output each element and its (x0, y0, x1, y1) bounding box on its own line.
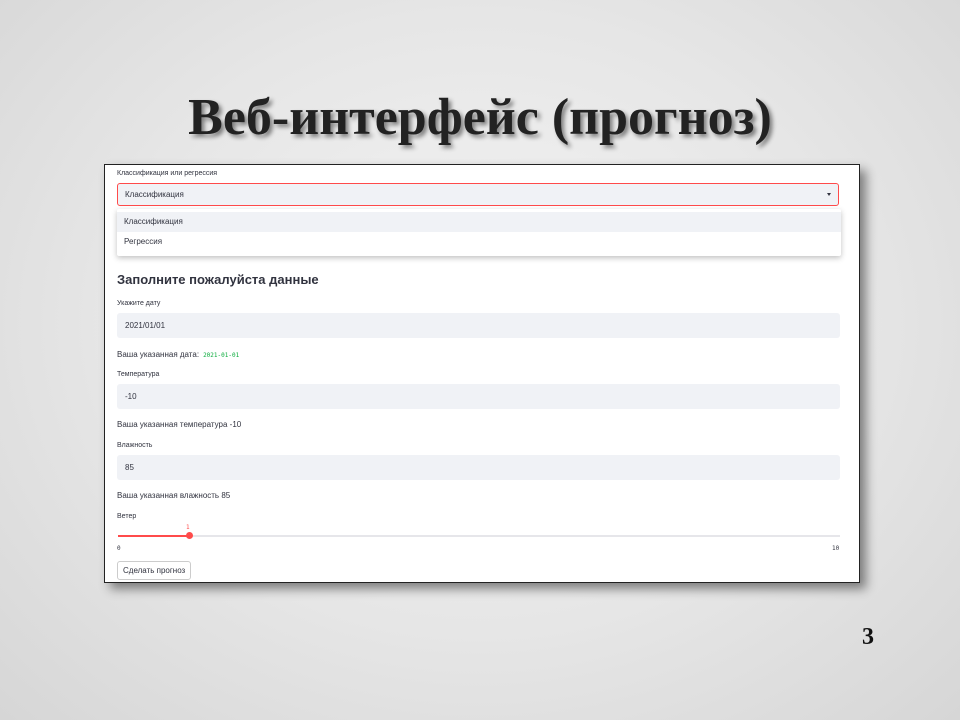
humidity-echo: Ваша указанная влажность 85 (117, 491, 231, 500)
wind-slider-track[interactable] (118, 535, 840, 537)
humidity-field-container (117, 455, 840, 480)
date-field-container (117, 313, 840, 338)
mode-dropdown-menu: Классификация Регрессия (117, 209, 841, 256)
mode-select-value: Классификация (125, 190, 184, 199)
dropdown-option-classification[interactable]: Классификация (117, 212, 841, 232)
temperature-field-container (117, 384, 840, 409)
wind-slider-min: 0 (117, 545, 121, 552)
dropdown-option-regression[interactable]: Регрессия (117, 232, 841, 252)
page-number: 3 (862, 624, 874, 650)
temperature-input[interactable] (117, 384, 840, 409)
humidity-input[interactable] (117, 455, 840, 480)
temperature-echo: Ваша указанная температура -10 (117, 420, 242, 429)
app-screenshot-frame: Классификация или регрессия Классификаци… (104, 164, 860, 583)
predict-button[interactable]: Сделать прогноз (117, 561, 192, 580)
caret-down-icon[interactable] (827, 193, 831, 196)
slide-title: Веб-интерфейс (прогноз) (188, 89, 772, 146)
wind-slider-max: 10 (832, 545, 840, 552)
wind-slider-thumb[interactable] (186, 532, 193, 539)
form-heading: Заполните пожалуйста данные (117, 272, 319, 287)
wind-label: Ветер (117, 513, 137, 520)
date-echo: Ваша указанная дата: 2021-01-01 (117, 350, 239, 359)
date-echo-text: Ваша указанная дата: (117, 350, 200, 359)
date-input[interactable] (117, 313, 840, 338)
mode-select-label: Классификация или регрессия (117, 170, 218, 177)
temperature-label: Температура (117, 371, 160, 378)
humidity-label: Влажность (117, 442, 153, 449)
wind-slider-value: 1 (186, 524, 190, 531)
wind-slider-fill (118, 535, 190, 537)
date-label: Укажите дату (117, 300, 161, 307)
mode-select[interactable]: Классификация (117, 183, 839, 206)
date-echo-value: 2021-01-01 (203, 352, 240, 359)
